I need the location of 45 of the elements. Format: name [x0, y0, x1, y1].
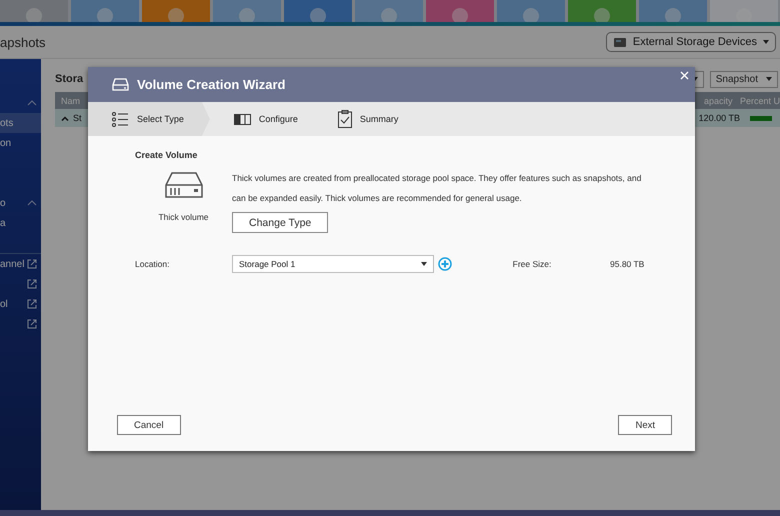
next-button[interactable]: Next — [618, 415, 672, 435]
wizard-step[interactable]: Select Type — [88, 102, 210, 136]
chevron-up-icon[interactable] — [27, 200, 37, 206]
free-size-label: Free Size: — [512, 259, 552, 269]
external-link-icon[interactable] — [27, 319, 37, 329]
volume-type-label: Thick volume — [158, 212, 209, 222]
change-type-button[interactable]: Change Type — [232, 212, 328, 233]
external-link-icon[interactable] — [27, 299, 37, 309]
cancel-button[interactable]: Cancel — [117, 415, 181, 435]
app-icon[interactable] — [426, 0, 494, 22]
app-icon[interactable] — [568, 0, 636, 22]
sidebar-item[interactable]: a — [0, 213, 41, 233]
drive-icon — [612, 36, 627, 48]
sidebar-item[interactable]: ol — [0, 294, 41, 314]
snapshot-button[interactable]: Snapshot — [710, 70, 778, 88]
section-title: Stora — [55, 73, 84, 85]
external-link-icon[interactable] — [27, 279, 37, 289]
app-icon[interactable] — [142, 0, 210, 22]
columns-icon — [234, 114, 251, 124]
drive-icon — [112, 78, 129, 91]
caret-icon — [766, 77, 772, 81]
section-heading: Create Volume — [135, 150, 198, 160]
table-cell: St — [73, 113, 82, 123]
sidebar-item[interactable]: o — [0, 193, 41, 213]
caret-icon — [763, 40, 769, 44]
page-title: apshots — [0, 34, 46, 50]
external-link-icon[interactable] — [27, 259, 37, 269]
close-button[interactable] — [678, 69, 691, 82]
description-text: Thick volumes are created from preallocated storage pool space. They offer features such as snapshots, and can be expanded easily. Thick volumes are recommended for general usage. — [232, 172, 642, 205]
chevron-icon[interactable] — [61, 116, 69, 120]
add-icon[interactable] — [438, 257, 452, 271]
clipboard-icon — [338, 110, 352, 128]
app-icon[interactable] — [284, 0, 352, 22]
drive-icon — [164, 172, 202, 198]
table-cell: 120.00 TB — [698, 113, 740, 123]
chevron-up-icon[interactable] — [27, 100, 37, 106]
external-storage-button[interactable]: External Storage Devices — [606, 32, 776, 52]
caret-icon — [421, 262, 427, 266]
list-icon — [112, 112, 129, 126]
sidebar-item[interactable]: on — [0, 133, 41, 153]
dialog-title: Volume Creation Wizard — [137, 77, 286, 92]
free-size-value: 95.80 TB — [610, 259, 646, 269]
usage-bar — [750, 116, 772, 120]
location-dropdown[interactable]: Storage Pool 1 — [232, 255, 434, 273]
field-label: Location: — [135, 259, 170, 269]
